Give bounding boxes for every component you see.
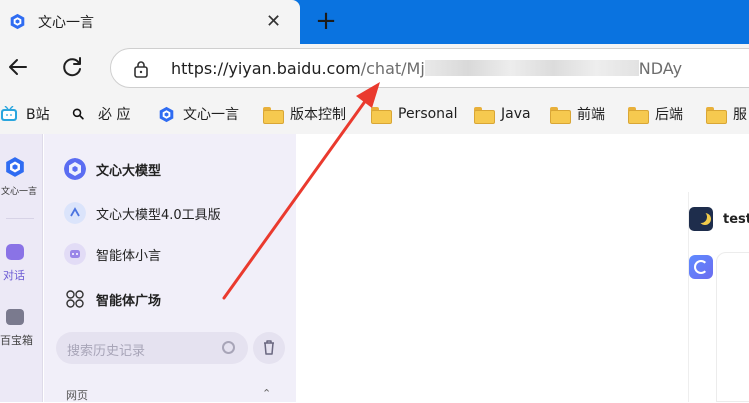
trash-icon — [264, 340, 274, 355]
rail-brand: 文心一言 — [0, 187, 37, 197]
toolbox-icon[interactable] — [6, 309, 24, 325]
bookmark-label: 前端 — [577, 107, 605, 123]
bookmark-folder-backend[interactable]: 后端 — [628, 104, 683, 124]
bookmark-bing[interactable]: 必 应 — [72, 104, 130, 124]
url-tail: NDAy — [638, 59, 683, 78]
bookmark-folder-frontend[interactable]: 前端 — [550, 104, 605, 124]
bookmark-folder-version-control[interactable]: 版本控制 — [263, 104, 346, 124]
bookmark-label: 文心一言 — [183, 107, 239, 123]
bookmark-folder-personal[interactable]: Personal — [371, 104, 458, 124]
url-host: https://yiyan.baidu.com — [171, 59, 361, 78]
search-icon[interactable] — [222, 341, 235, 354]
new-tab-button[interactable]: + — [311, 6, 341, 36]
folder-icon — [550, 106, 571, 124]
url-redacted — [424, 60, 639, 76]
sidebar-item-label: 文心大模型4.0工具版 — [96, 207, 221, 223]
page-content: 文心一言 对话 百宝箱 文心大模型 文心大模型4.0工具版 智能体小言 智能体广… — [0, 134, 749, 402]
folder-icon — [263, 106, 284, 124]
delete-history-button[interactable] — [253, 332, 285, 364]
sidebar-item-agent-plaza[interactable]: 智能体广场 — [64, 288, 161, 310]
chat-icon[interactable] — [6, 244, 24, 260]
search-icon — [72, 108, 84, 120]
rail-divider — [6, 218, 34, 219]
chevron-up-icon[interactable]: ⌃ — [262, 387, 271, 400]
sidebar: 文心大模型 文心大模型4.0工具版 智能体小言 智能体广场 搜索历史记录 网页 … — [44, 134, 296, 402]
search-placeholder: 搜索历史记录 — [67, 344, 146, 359]
folder-icon — [371, 106, 392, 124]
sidebar-item-agent[interactable]: 智能体小言 — [64, 243, 161, 265]
history-section-label: 网页 — [66, 389, 88, 402]
tab-strip: 文心一言 ✕ + — [0, 0, 749, 44]
bookmark-label: B站 — [26, 107, 50, 123]
address-bar[interactable]: https://yiyan.baidu.com/chat/Mj NDAy — [110, 48, 749, 88]
user-message: test — [723, 212, 749, 227]
bookmark-label: Java — [501, 106, 531, 122]
wenxin-logo-icon[interactable] — [4, 156, 26, 178]
folder-icon — [706, 106, 727, 124]
left-rail: 文心一言 对话 百宝箱 — [0, 134, 43, 402]
bookmark-bilibili[interactable]: B站 — [0, 104, 50, 124]
back-arrow-icon[interactable] — [4, 53, 32, 81]
wenxin-icon — [159, 106, 174, 122]
sidebar-item-label: 智能体广场 — [96, 293, 162, 309]
lock-icon[interactable] — [133, 60, 149, 78]
sidebar-item-label: 智能体小言 — [96, 248, 162, 264]
user-avatar — [689, 207, 713, 231]
url-path: /chat/Mj — [360, 59, 425, 78]
browser-toolbar: https://yiyan.baidu.com/chat/Mj NDAy — [0, 44, 749, 94]
agent-icon — [64, 243, 86, 265]
bookmark-wenxin[interactable]: 文心一言 — [158, 104, 239, 124]
bookmark-folder-server[interactable]: 服 — [706, 104, 747, 124]
tab-wenxin[interactable]: 文心一言 ✕ — [0, 0, 300, 44]
sidebar-item-tool-model[interactable]: 文心大模型4.0工具版 — [64, 202, 221, 224]
bookmark-label: Personal — [398, 106, 458, 122]
sidebar-item-label: 文心大模型 — [96, 163, 162, 179]
chat-area: test — [296, 134, 749, 402]
assistant-response-bubble — [716, 252, 749, 402]
model-icon — [64, 158, 86, 180]
folder-icon — [628, 106, 649, 124]
tool-model-icon — [64, 202, 86, 224]
history-search-input[interactable]: 搜索历史记录 — [56, 332, 248, 364]
grid-icon — [66, 290, 84, 308]
wenxin-favicon-icon — [10, 13, 25, 30]
bilibili-icon — [1, 106, 17, 121]
sidebar-item-model[interactable]: 文心大模型 — [64, 158, 161, 180]
bookmark-label: 必 应 — [98, 107, 131, 123]
url-text[interactable]: https://yiyan.baidu.com/chat/Mj NDAy — [171, 59, 682, 78]
reload-icon[interactable] — [58, 53, 86, 81]
bookmark-label: 后端 — [655, 107, 683, 123]
bookmark-folder-java[interactable]: Java — [474, 104, 531, 124]
assistant-avatar — [689, 255, 713, 279]
tab-title: 文心一言 — [38, 15, 94, 31]
tab-close-icon[interactable]: ✕ — [266, 11, 281, 32]
bookmarks-bar: B站 必 应 文心一言 版本控制 Personal Java 前端 后端 服 — [0, 94, 749, 134]
bookmark-label: 版本控制 — [290, 107, 346, 123]
bookmark-label: 服 — [733, 107, 747, 123]
rail-item-chat[interactable]: 对话 — [3, 267, 25, 283]
rail-item-toolbox[interactable]: 百宝箱 — [0, 332, 33, 348]
folder-icon — [474, 106, 495, 124]
